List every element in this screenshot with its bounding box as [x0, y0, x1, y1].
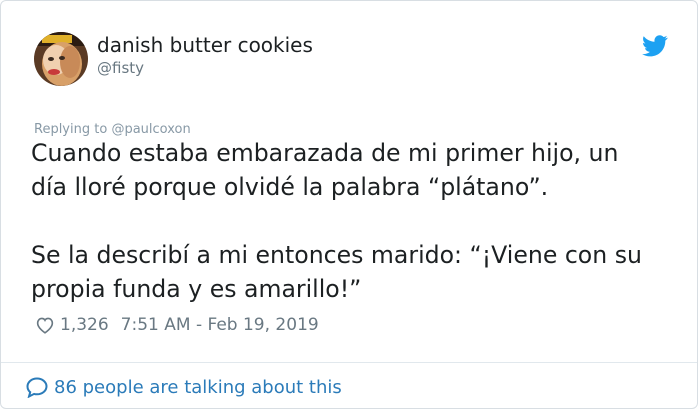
author-name[interactable]: danish butter cookies: [97, 33, 313, 57]
conversation-link[interactable]: 86 people are talking about this: [25, 375, 342, 399]
avatar[interactable]: [34, 32, 88, 86]
replying-prefix: Replying to: [34, 122, 112, 137]
author-handle[interactable]: @fisty: [97, 59, 144, 77]
like-count[interactable]: 1,326: [60, 315, 109, 335]
tweet-card: danish butter cookies @fisty Replying to…: [0, 0, 698, 409]
replying-to-link[interactable]: @paulcoxon: [111, 122, 190, 137]
tweet-meta: 1,326 7:51 AM - Feb 19, 2019: [35, 314, 319, 336]
timestamp[interactable]: 7:51 AM - Feb 19, 2019: [121, 315, 319, 335]
speech-bubble-icon: [26, 377, 48, 398]
replying-to: Replying to @paulcoxon: [34, 122, 191, 137]
tweet-text: Cuando estaba embarazada de mi primer hi…: [31, 139, 642, 303]
twitter-bird-icon[interactable]: [642, 35, 668, 57]
divider: [1, 362, 697, 363]
heart-icon[interactable]: [35, 316, 55, 334]
conversation-text: 86 people are talking about this: [54, 376, 342, 398]
